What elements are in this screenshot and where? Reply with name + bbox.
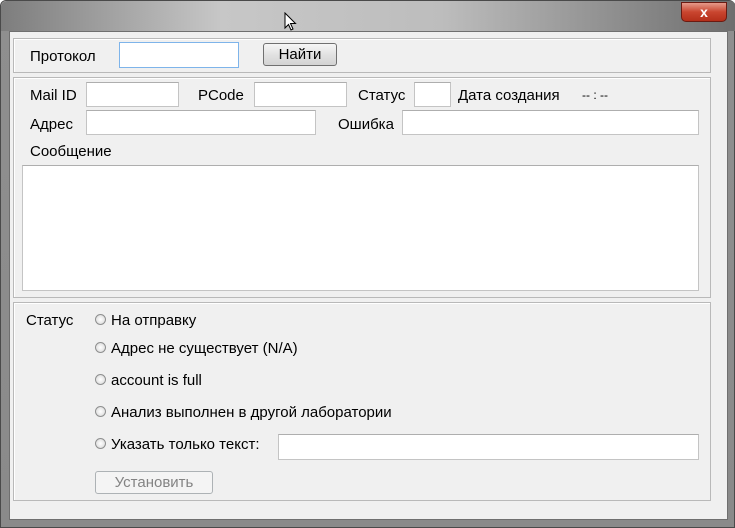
address-label: Адрес [30,116,73,133]
status-label: Статус [358,87,406,104]
mail-id-input[interactable] [86,82,179,107]
radio-other-lab-label[interactable]: Анализ выполнен в другой лаборатории [111,404,392,421]
created-date-label: Дата создания [458,87,560,104]
apply-button-label: Установить [114,474,194,491]
radio-address-not-exist[interactable] [95,342,106,353]
radio-account-full-label[interactable]: account is full [111,372,202,389]
status-input[interactable] [414,82,451,107]
message-textarea[interactable] [22,165,699,291]
protocol-label: Протокол [30,48,96,65]
close-icon: x [700,4,708,20]
pcode-input[interactable] [254,82,347,107]
radio-custom-text[interactable] [95,438,106,449]
pcode-label: PCode [198,87,244,104]
message-label: Сообщение [30,143,112,160]
radio-send[interactable] [95,314,106,325]
find-button[interactable]: Найти [263,43,337,66]
find-button-label: Найти [278,46,322,63]
radio-account-full[interactable] [95,374,106,385]
address-input[interactable] [86,110,316,135]
radio-other-lab[interactable] [95,406,106,417]
status-group-label: Статус [26,312,74,329]
radio-send-label[interactable]: На отправку [111,312,196,329]
app-window: x Протокол Найти Mail ID PCode Статус Да… [0,0,735,528]
error-label: Ошибка [338,116,394,133]
close-button[interactable]: x [681,2,727,22]
created-date-value: -- : -- [582,88,608,102]
apply-button[interactable]: Установить [95,471,213,494]
search-group [13,38,711,73]
radio-address-not-exist-label[interactable]: Адрес не существует (N/A) [111,340,298,357]
radio-custom-text-label[interactable]: Указать только текст: [111,436,260,453]
client-area: Протокол Найти Mail ID PCode Статус Дата… [9,31,728,520]
error-input[interactable] [402,110,699,135]
title-bar[interactable] [1,1,735,31]
mouse-cursor-icon [284,12,297,31]
custom-text-input[interactable] [278,434,699,460]
mail-id-label: Mail ID [30,87,77,104]
protocol-input[interactable] [119,42,239,68]
